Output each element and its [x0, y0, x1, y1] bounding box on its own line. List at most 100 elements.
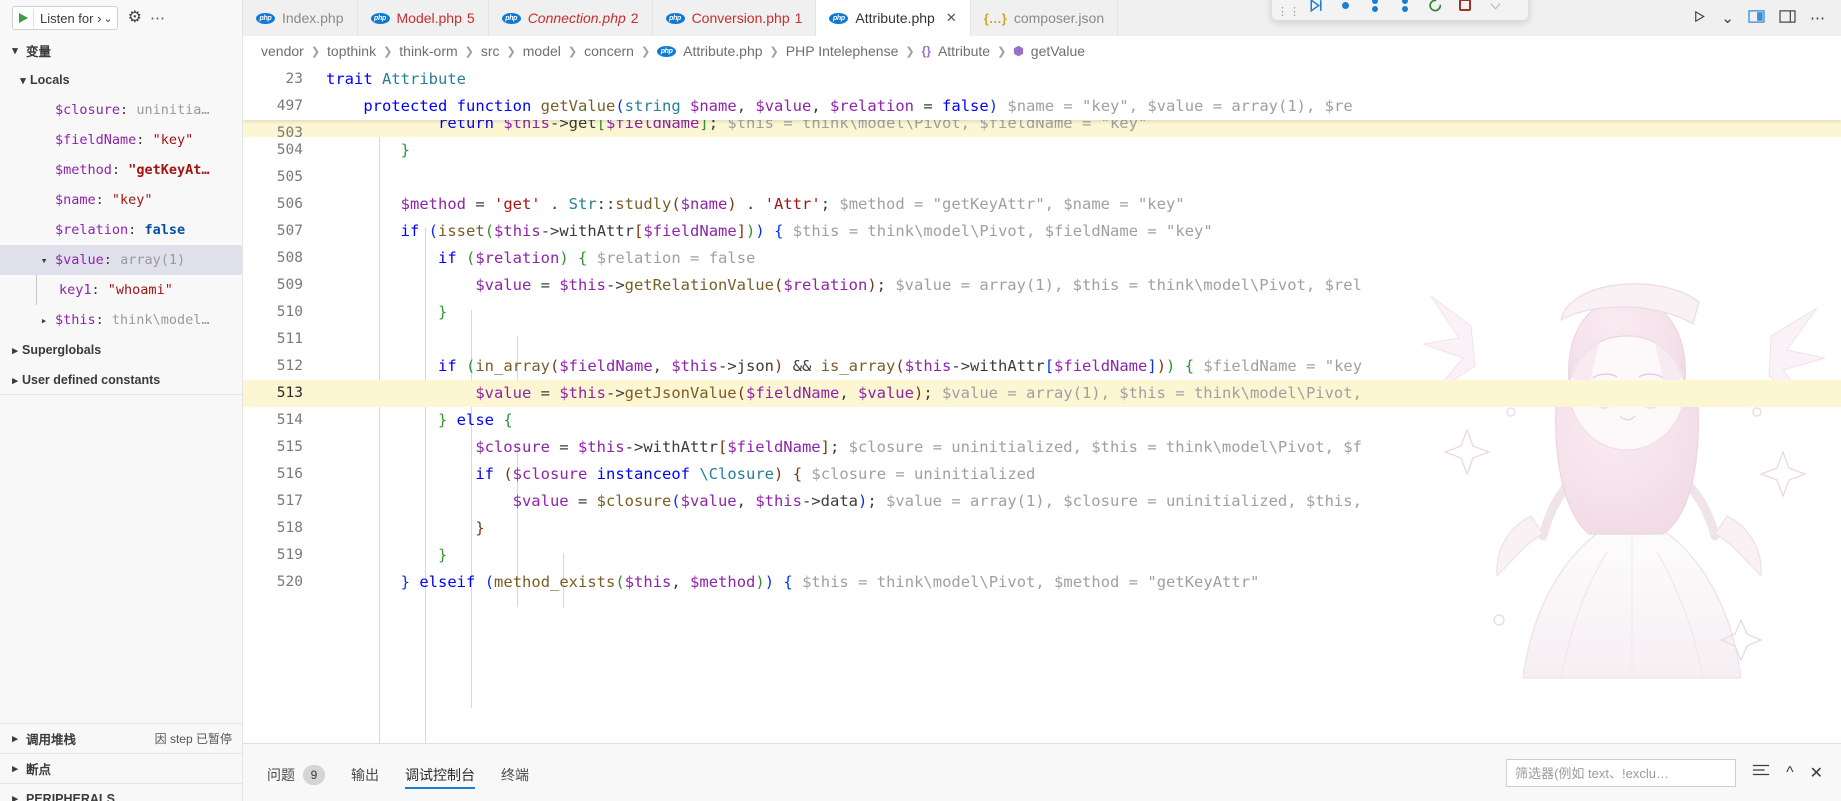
code-line-507[interactable]: 507 if (isset($this->withAttr[$fieldName… [243, 218, 1841, 245]
sticky-line-getvalue[interactable]: 497 protected function getValue(string $… [243, 93, 1841, 120]
variable-value: think\model… [111, 312, 210, 328]
code-line-513-current[interactable]: 513 $value = $this->getJsonValue($fieldN… [243, 380, 1841, 407]
launch-config-dropdown[interactable]: Listen for › ⌄ [12, 6, 118, 30]
chevron-up-icon[interactable]: ^ [1786, 764, 1794, 782]
breadcrumb-item-think-orm[interactable]: think-orm [399, 43, 457, 59]
panel-tab-problems[interactable]: 问题 9 [267, 744, 325, 801]
sticky-line-trait[interactable]: 23 trait Attribute [243, 66, 1841, 93]
restart-button[interactable] [1420, 0, 1450, 16]
tab-composer-json[interactable]: {…} composer.json [970, 0, 1119, 36]
debug-toolbar[interactable]: ⋮⋮ [1271, 0, 1529, 21]
code-line-515[interactable]: 515 $closure = $this->withAttr[$fieldNam… [243, 434, 1841, 461]
breadcrumb-item-concern[interactable]: concern [584, 43, 634, 59]
console-filter-input[interactable]: 筛选器(例如 text、!exclu… [1506, 758, 1737, 787]
scope-locals[interactable]: ▾ Locals [0, 65, 242, 95]
chevron-down-icon[interactable]: ⌄ [103, 12, 112, 25]
variable-row-value-selected[interactable]: ▾ $value: array(1) [0, 245, 242, 275]
code-line-text: if (isset($this->withAttr[$fieldName])) … [400, 222, 1213, 240]
ellipsis-icon[interactable]: ⋯ [150, 9, 165, 27]
breadcrumb-item-topthink[interactable]: topthink [327, 43, 376, 59]
variable-row[interactable]: $fieldName: "key" [0, 125, 242, 155]
code-line-519[interactable]: 519 } [243, 542, 1841, 569]
gear-icon[interactable]: ⚙ [128, 10, 142, 26]
code-line-520[interactable]: 520 } elseif (method_exists($this, $meth… [243, 569, 1841, 596]
step-out-button[interactable] [1390, 0, 1420, 16]
code-line-514[interactable]: 514 } else { [243, 407, 1841, 434]
code-line-509[interactable]: 509 $value = $this->getRelationValue($re… [243, 272, 1841, 299]
ellipsis-icon[interactable]: ⋯ [1810, 9, 1825, 27]
drag-handle-icon[interactable]: ⋮⋮ [1277, 7, 1300, 18]
code-line-505[interactable]: 505 [243, 164, 1841, 191]
code-line-508[interactable]: 508 if ($relation) { $relation = false [243, 245, 1841, 272]
code-line-504[interactable]: 504 } [243, 137, 1841, 164]
chevron-right-icon: ▸ [12, 763, 18, 775]
breadcrumb-item-attribute-php[interactable]: Attribute.php [683, 43, 762, 59]
chevron-right-icon[interactable]: ▸ [37, 314, 51, 327]
inline-debug-value: $closure = uninitialized [811, 465, 1036, 483]
variable-row[interactable]: $method: "getKeyAt… [0, 155, 242, 185]
breadcrumb-item-php-intelephense[interactable]: PHP Intelephense [786, 43, 899, 59]
run-play-icon[interactable] [1692, 9, 1707, 27]
code-line-518[interactable]: 518 } [243, 515, 1841, 542]
breadcrumb-item-getvalue[interactable]: getValue [1031, 43, 1085, 59]
tab-attribute-php[interactable]: php Attribute.php ✕ [816, 0, 971, 36]
chevron-right-icon: ❯ [383, 45, 393, 58]
panel-tab-output[interactable]: 输出 [351, 744, 379, 801]
breadcrumb-item-model[interactable]: model [523, 43, 561, 59]
panel-tab-terminal[interactable]: 终端 [501, 744, 529, 801]
code-line-512[interactable]: 512 if (in_array($fieldName, $this->json… [243, 353, 1841, 380]
tab-conversion-php[interactable]: php Conversion.php 1 [652, 0, 817, 36]
tab-model-php[interactable]: php Model.php 5 [357, 0, 489, 36]
panel-tab-debug-console[interactable]: 调试控制台 [405, 744, 475, 801]
step-over-button[interactable] [1330, 0, 1360, 16]
peripherals-section[interactable]: ▸ PERIPHERALS [0, 783, 242, 801]
chevron-right-icon: ❯ [997, 45, 1007, 58]
code-line-516[interactable]: 516 if ($closure instanceof \Closure) { … [243, 461, 1841, 488]
scope-superglobals[interactable]: ▸ Superglobals [0, 335, 242, 365]
tab-label: Attribute.php [855, 10, 935, 26]
variable-row[interactable]: $closure: uninitia… [0, 95, 242, 125]
breadcrumb-item-vendor[interactable]: vendor [261, 43, 304, 59]
code-line-506[interactable]: 506 $method = 'get' . Str::studly($name)… [243, 191, 1841, 218]
chevron-right-icon: ▸ [12, 344, 18, 357]
code-line-510[interactable]: 510 } [243, 299, 1841, 326]
sticky-line-text: protected function getValue(string $name… [363, 97, 1353, 115]
variable-row[interactable]: $name: "key" [0, 185, 242, 215]
code-line-text: } [475, 519, 485, 537]
split-editor-right-icon[interactable] [1748, 9, 1765, 28]
scope-label: User defined constants [22, 373, 161, 387]
chevron-down-icon[interactable]: ⌄ [1721, 9, 1734, 27]
code-viewport[interactable]: 23 trait Attribute 497 protected functio… [243, 66, 1841, 743]
chevron-right-icon: ❯ [310, 45, 321, 58]
variables-section-header[interactable]: ▾ 变量 [0, 36, 242, 65]
code-line-517[interactable]: 517 $value = $closure($value, $this->dat… [243, 488, 1841, 515]
sticky-scroll-header[interactable]: 23 trait Attribute 497 protected functio… [243, 66, 1841, 120]
breadcrumb: vendor ❯ topthink ❯ think-orm ❯ src ❯ mo… [243, 36, 1841, 66]
toggle-panel-icon[interactable] [1779, 9, 1796, 28]
breakpoints-section[interactable]: ▸ 断点 [0, 753, 242, 783]
tab-connection-php[interactable]: php Connection.php 2 [488, 0, 653, 36]
code-line-503[interactable]: 503 return $this->get[$fieldName]; $this… [243, 120, 1841, 137]
disconnect-button[interactable] [1480, 0, 1510, 16]
close-icon[interactable]: ✕ [1810, 763, 1823, 783]
variable-row-child[interactable]: key1: "whoami" [0, 275, 242, 305]
play-icon[interactable] [19, 13, 28, 23]
breadcrumb-item-src[interactable]: src [481, 43, 500, 59]
tab-label: Conversion.php [691, 10, 790, 26]
variable-row[interactable]: $relation: false [0, 215, 242, 245]
step-into-button[interactable] [1360, 0, 1390, 16]
tab-index-php[interactable]: php Index.php [243, 0, 358, 36]
continue-button[interactable] [1300, 0, 1330, 16]
code-line-511[interactable]: 511 [243, 326, 1841, 353]
chevron-down-icon[interactable]: ▾ [37, 254, 51, 267]
code-content[interactable]: 503 return $this->get[$fieldName]; $this… [243, 66, 1841, 596]
scope-user-defined-constants[interactable]: ▸ User defined constants [0, 365, 242, 394]
close-icon[interactable]: ✕ [946, 10, 957, 26]
breadcrumb-item-attribute[interactable]: Attribute [938, 43, 990, 59]
callstack-section[interactable]: ▸ 调用堆栈 因 step 已暂停 [0, 723, 242, 753]
chevron-right-icon: ▸ [12, 793, 18, 801]
stop-button[interactable] [1450, 0, 1480, 16]
variable-row[interactable]: ▸ $this: think\model… [0, 305, 242, 335]
clear-console-icon[interactable] [1752, 763, 1770, 782]
line-number: 514 [276, 412, 303, 428]
